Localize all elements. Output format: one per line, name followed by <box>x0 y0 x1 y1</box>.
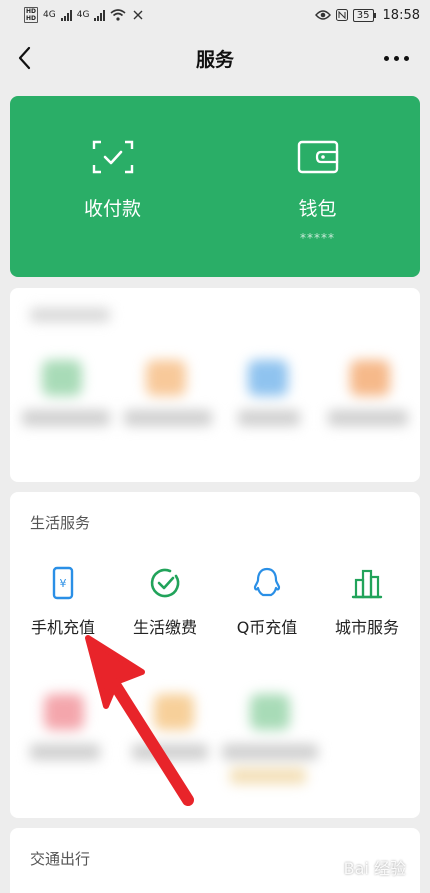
city-service-icon <box>351 569 383 599</box>
blurred-content <box>10 288 420 482</box>
eye-icon <box>314 10 331 20</box>
utility-pay-icon <box>150 568 180 598</box>
clock: 18:58 <box>382 7 420 23</box>
wallet-label: 钱包 <box>298 198 337 220</box>
status-left: HD HD 4G 4G <box>24 7 145 23</box>
life-services-card: 生活服务 ¥ 手机充值 生活缴费 Q币充值 城市服务 <box>10 492 420 818</box>
wallet-icon <box>297 140 338 174</box>
more-options-icon[interactable] <box>384 50 410 66</box>
section-title-traffic: 交通出行 <box>30 850 91 868</box>
nfc-icon <box>335 9 348 21</box>
status-bar: HD HD 4G 4G 35 18:58 <box>0 0 430 30</box>
phone-recharge-icon: ¥ <box>52 566 74 600</box>
page-title: 服务 <box>195 48 234 71</box>
utility-pay-button[interactable]: 生活缴费 <box>114 566 216 638</box>
receive-pay-label: 收付款 <box>83 198 141 220</box>
city-service-label: 城市服务 <box>334 618 399 637</box>
svg-text:¥: ¥ <box>60 577 67 590</box>
phone-recharge-label: 手机充值 <box>30 618 95 637</box>
utility-pay-label: 生活缴费 <box>132 618 197 637</box>
section-title-life: 生活服务 <box>30 514 91 532</box>
back-icon[interactable] <box>14 44 38 72</box>
status-right: 35 18:58 <box>314 7 420 23</box>
wallet-balance-hidden: ***** <box>300 231 335 245</box>
battery-indicator: 35 <box>352 8 376 22</box>
navigation-bar: 服务 <box>0 30 430 86</box>
scan-pay-icon <box>92 140 133 174</box>
city-service-button[interactable]: 城市服务 <box>316 566 418 638</box>
qq-coin-button[interactable]: Q币充值 <box>216 566 318 638</box>
watermark: Bai 经验 <box>343 859 406 878</box>
phone-recharge-button[interactable]: ¥ 手机充值 <box>12 566 114 638</box>
network-type-1: 4G <box>43 10 56 20</box>
signal-icon <box>60 9 72 21</box>
blurred-row <box>10 682 420 812</box>
wallet-card: 收付款 钱包 ***** <box>10 96 420 277</box>
qq-coin-label: Q币充值 <box>236 618 298 637</box>
qq-coin-icon <box>253 567 281 597</box>
wallet-button[interactable]: 钱包 ***** <box>215 96 420 277</box>
hd-badge: HD HD <box>24 7 39 23</box>
wifi-icon <box>110 9 126 21</box>
network-type-2: 4G <box>76 10 90 20</box>
receive-pay-button[interactable]: 收付款 <box>10 96 215 277</box>
data-transfer-icon <box>133 10 143 20</box>
blurred-services-card <box>10 288 420 482</box>
signal-icon-2 <box>94 9 106 21</box>
